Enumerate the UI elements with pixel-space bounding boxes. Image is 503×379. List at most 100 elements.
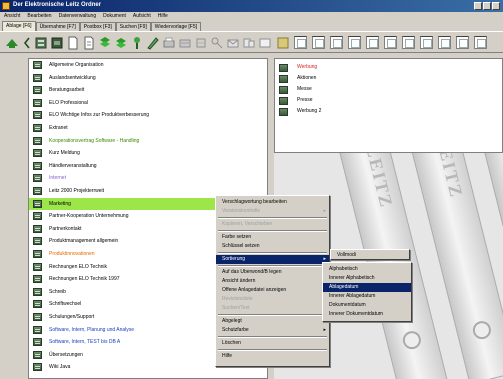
archive-icon[interactable] (50, 36, 64, 50)
sort-mode-item[interactable]: Vollmodi (331, 251, 356, 260)
binder-green-icon[interactable] (4, 36, 20, 50)
tree-item-handlerveranstaltung[interactable]: Händlerveranstaltung (29, 160, 267, 172)
tree-item-label: Schriftwechsel (49, 301, 82, 308)
menu-item-innerer-dokumentdatum[interactable]: Innerer Dokumentdatum (323, 310, 411, 319)
tree-item-kurz-meldung[interactable]: Kurz Meldung (29, 147, 267, 159)
color-box-7[interactable] (402, 36, 415, 49)
color-box-5[interactable] (366, 36, 379, 49)
menu-item-label: Auf das Uberwond/B legen (222, 269, 282, 275)
menu-item-loschen[interactable]: Löschen (216, 339, 329, 348)
register-item-label: Werbung (297, 64, 318, 70)
close-button[interactable] (492, 2, 500, 10)
tree-item-auslandsentwicklung[interactable]: Auslandsentwicklung (29, 72, 267, 84)
pen-icon[interactable] (146, 36, 160, 50)
menu-ansicht[interactable]: Ansicht (4, 12, 20, 21)
tree-item-allgemeine-organisation[interactable]: Allgemeine Organisation (29, 59, 267, 71)
color-box-11[interactable] (474, 36, 487, 49)
tab-postbox[interactable]: Postbox [F3] (79, 22, 116, 31)
menu-dokument[interactable]: Dokument (103, 12, 126, 21)
tree-item-internet[interactable]: Internet (29, 172, 267, 184)
binder-icon (33, 174, 42, 183)
binder-icon (33, 287, 42, 296)
binder-icon (33, 86, 42, 95)
menu-item-hilfe[interactable]: Hilfe (216, 352, 329, 361)
menu-bearbeiten[interactable]: Bearbeiten (27, 12, 51, 21)
color-box-2[interactable] (312, 36, 325, 49)
key-icon[interactable] (210, 36, 224, 50)
color-box-6[interactable] (384, 36, 397, 49)
menu-item-farbe-setzen[interactable]: Farbe setzen (216, 233, 329, 242)
menu-item-label: Farbe setzen (222, 234, 252, 240)
minimize-button[interactable] (474, 2, 482, 10)
tab-wiedervorlage[interactable]: Wiedervorlage [F5] (150, 22, 202, 31)
window-title: Der Elektronische Leitz Ordner (13, 2, 102, 8)
menu-item-kopieren-verschieben[interactable]: Kopieren, Verschieben (216, 220, 329, 229)
menu-item-abgelegt[interactable]: Abgelegt▸ (216, 317, 329, 326)
tree-item-label: Produktinnovationen (49, 251, 95, 257)
binder-icon (33, 98, 42, 107)
plant-icon[interactable] (130, 36, 144, 50)
binder-label: LEITZ (361, 153, 397, 211)
tree-item-elo-wichtige-infos-zur-produktverbesserung[interactable]: ELO Wichtige Infos zur Produktverbesseru… (29, 109, 267, 121)
menu-item-auf-das-uberwond-b-legen[interactable]: Auf das Uberwond/B legen (216, 268, 329, 277)
tab-suchen[interactable]: Suchen [F9] (115, 22, 151, 31)
register-item-werbung-2[interactable]: Werbung 2 (275, 106, 475, 117)
document-icon[interactable] (82, 36, 96, 50)
tree-item-label: Partner-Kooperation Unternehmung (49, 213, 129, 220)
register-item-presse[interactable]: Presse (275, 95, 475, 106)
back-arrow-icon[interactable] (22, 36, 32, 50)
register-item-werbung[interactable]: Werbung (275, 62, 475, 73)
tree-item-extranet[interactable]: Extranet (29, 122, 267, 134)
tree-item-beratungsarbeit[interactable]: Beratungsarbeit (29, 84, 267, 96)
menu-item-suchen-text[interactable]: Suchen/Text (216, 304, 329, 313)
menu-item-alphabetisch[interactable]: Alphabetisch (323, 265, 411, 274)
printer-icon[interactable] (162, 36, 176, 50)
move-stack-icon[interactable] (98, 36, 112, 50)
menu-item-ansicht-andern[interactable]: Ansicht ändern (216, 277, 329, 286)
menu-item-versionskontrolle[interactable]: Versionskontrolle ▸ (216, 207, 329, 216)
view-icon[interactable] (258, 36, 272, 50)
menu-item-verschlagwortung-bearbeiten[interactable]: Verschlagwortung bearbeiten (216, 198, 329, 207)
new-document-icon[interactable] (66, 36, 80, 50)
menu-item-ablagedatum[interactable]: Ablagedatum (323, 283, 411, 292)
copy-stack-icon[interactable] (114, 36, 128, 50)
color-box-8[interactable] (420, 36, 433, 49)
tree-item-kooperationsvertrag-software-handling[interactable]: Kooperationsvertrag Software - Handling (29, 135, 267, 147)
link-icon[interactable] (242, 36, 256, 50)
color-box-3[interactable] (330, 36, 343, 49)
color-box-10[interactable] (456, 36, 469, 49)
stamp-icon[interactable] (276, 36, 290, 50)
menu-item-sortierung[interactable]: Sortierung ▸ (216, 255, 329, 264)
register-item-aktionen[interactable]: Aktionen (275, 73, 475, 84)
register-list[interactable]: Werbung Aktionen Messe Presse Werbung 2 (274, 58, 503, 153)
menu-datenverwaltung[interactable]: Datenverwaltung (59, 12, 97, 21)
menu-item-innerer-ablagedatum[interactable]: Innerer Ablagedatum (323, 292, 411, 301)
cabinet-icon[interactable] (34, 36, 48, 50)
color-box-9[interactable] (438, 36, 451, 49)
tree-item-label: Marketing (49, 200, 71, 207)
maximize-button[interactable] (483, 2, 491, 10)
menu-item-offene-anlagedatei-anzeigen[interactable]: Offene Anlagedatei anzeigen (216, 286, 329, 295)
tab-uebernahme[interactable]: Übernahme [F7] (35, 22, 80, 31)
binder-ring (400, 329, 423, 352)
menu-item-revisionsliste[interactable]: Revisionsliste (216, 295, 329, 304)
menu-item-schutzfarbe[interactable]: Schutzfarbe ▸ (216, 326, 329, 335)
binder-icon (33, 73, 42, 82)
attachment-icon[interactable] (194, 36, 208, 50)
menu-item-dokumentdatum[interactable]: Dokumentdatum (323, 301, 411, 310)
color-box-1[interactable] (294, 36, 307, 49)
title-bar[interactable]: Der Elektronische Leitz Ordner (0, 0, 503, 12)
menu-item-innerer-alphabetisch[interactable]: Innerer Alphabetisch (323, 274, 411, 283)
tree-item-elo-professional[interactable]: ELO Professional (29, 97, 267, 109)
register-item-messe[interactable]: Messe (275, 84, 475, 95)
color-box-4[interactable] (348, 36, 361, 49)
mail-icon[interactable] (226, 36, 240, 50)
menu-item-label: Innerer Ablagedatum (329, 293, 376, 299)
menu-aufsicht[interactable]: Aufsicht (133, 12, 151, 21)
tab-ablage[interactable]: Ablage [F6] (2, 21, 36, 31)
tree-item-label: Beratungsarbeit (49, 87, 85, 94)
scanner-icon[interactable] (178, 36, 192, 50)
context-menu: Verschlagwortung bearbeiten Versionskontr… (215, 195, 330, 367)
menu-hilfe[interactable]: Hilfe (158, 12, 168, 21)
menu-item-schlussel-setzen[interactable]: Schlüssel setzen (216, 242, 329, 251)
